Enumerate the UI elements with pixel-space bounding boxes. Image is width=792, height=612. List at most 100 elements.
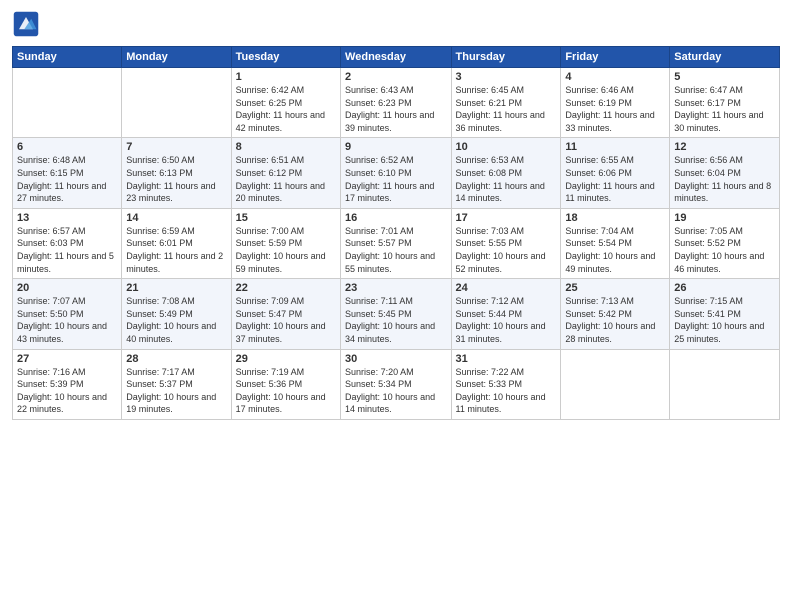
weekday-header: Wednesday: [341, 47, 451, 68]
day-number: 27: [17, 353, 117, 365]
calendar-cell: 21Sunrise: 7:08 AMSunset: 5:49 PMDayligh…: [122, 279, 231, 349]
day-info: Sunrise: 6:56 AMSunset: 6:04 PMDaylight:…: [674, 154, 775, 204]
day-info: Sunrise: 6:57 AMSunset: 6:03 PMDaylight:…: [17, 225, 117, 275]
day-info: Sunrise: 7:19 AMSunset: 5:36 PMDaylight:…: [236, 366, 336, 416]
weekday-header: Thursday: [451, 47, 561, 68]
calendar-cell: 3Sunrise: 6:45 AMSunset: 6:21 PMDaylight…: [451, 68, 561, 138]
day-number: 2: [345, 71, 446, 83]
day-info: Sunrise: 7:07 AMSunset: 5:50 PMDaylight:…: [17, 295, 117, 345]
calendar-cell: 18Sunrise: 7:04 AMSunset: 5:54 PMDayligh…: [561, 208, 670, 278]
day-info: Sunrise: 7:00 AMSunset: 5:59 PMDaylight:…: [236, 225, 336, 275]
calendar-cell: 8Sunrise: 6:51 AMSunset: 6:12 PMDaylight…: [231, 138, 340, 208]
day-number: 21: [126, 282, 226, 294]
calendar-cell: 28Sunrise: 7:17 AMSunset: 5:37 PMDayligh…: [122, 349, 231, 419]
page-header: [12, 10, 780, 38]
day-info: Sunrise: 7:01 AMSunset: 5:57 PMDaylight:…: [345, 225, 446, 275]
calendar-cell: [13, 68, 122, 138]
calendar-cell: 24Sunrise: 7:12 AMSunset: 5:44 PMDayligh…: [451, 279, 561, 349]
calendar-cell: 14Sunrise: 6:59 AMSunset: 6:01 PMDayligh…: [122, 208, 231, 278]
day-number: 26: [674, 282, 775, 294]
weekday-header: Friday: [561, 47, 670, 68]
day-info: Sunrise: 6:42 AMSunset: 6:25 PMDaylight:…: [236, 84, 336, 134]
logo-icon: [12, 10, 40, 38]
day-info: Sunrise: 7:12 AMSunset: 5:44 PMDaylight:…: [456, 295, 557, 345]
calendar-cell: 20Sunrise: 7:07 AMSunset: 5:50 PMDayligh…: [13, 279, 122, 349]
day-number: 11: [565, 141, 665, 153]
day-number: 1: [236, 71, 336, 83]
day-info: Sunrise: 7:11 AMSunset: 5:45 PMDaylight:…: [345, 295, 446, 345]
calendar-cell: 10Sunrise: 6:53 AMSunset: 6:08 PMDayligh…: [451, 138, 561, 208]
day-info: Sunrise: 6:51 AMSunset: 6:12 PMDaylight:…: [236, 154, 336, 204]
weekday-header: Monday: [122, 47, 231, 68]
calendar-cell: 2Sunrise: 6:43 AMSunset: 6:23 PMDaylight…: [341, 68, 451, 138]
calendar-cell: 22Sunrise: 7:09 AMSunset: 5:47 PMDayligh…: [231, 279, 340, 349]
day-number: 5: [674, 71, 775, 83]
day-info: Sunrise: 7:03 AMSunset: 5:55 PMDaylight:…: [456, 225, 557, 275]
calendar-cell: 13Sunrise: 6:57 AMSunset: 6:03 PMDayligh…: [13, 208, 122, 278]
day-number: 28: [126, 353, 226, 365]
day-info: Sunrise: 7:16 AMSunset: 5:39 PMDaylight:…: [17, 366, 117, 416]
day-number: 7: [126, 141, 226, 153]
calendar-week-row: 27Sunrise: 7:16 AMSunset: 5:39 PMDayligh…: [13, 349, 780, 419]
day-info: Sunrise: 7:22 AMSunset: 5:33 PMDaylight:…: [456, 366, 557, 416]
day-info: Sunrise: 6:59 AMSunset: 6:01 PMDaylight:…: [126, 225, 226, 275]
calendar-cell: 29Sunrise: 7:19 AMSunset: 5:36 PMDayligh…: [231, 349, 340, 419]
day-number: 29: [236, 353, 336, 365]
day-number: 12: [674, 141, 775, 153]
day-info: Sunrise: 6:46 AMSunset: 6:19 PMDaylight:…: [565, 84, 665, 134]
calendar-week-row: 20Sunrise: 7:07 AMSunset: 5:50 PMDayligh…: [13, 279, 780, 349]
calendar-cell: 6Sunrise: 6:48 AMSunset: 6:15 PMDaylight…: [13, 138, 122, 208]
day-number: 22: [236, 282, 336, 294]
calendar-cell: 30Sunrise: 7:20 AMSunset: 5:34 PMDayligh…: [341, 349, 451, 419]
day-info: Sunrise: 6:48 AMSunset: 6:15 PMDaylight:…: [17, 154, 117, 204]
calendar-cell: 23Sunrise: 7:11 AMSunset: 5:45 PMDayligh…: [341, 279, 451, 349]
calendar-cell: 5Sunrise: 6:47 AMSunset: 6:17 PMDaylight…: [670, 68, 780, 138]
calendar-table: SundayMondayTuesdayWednesdayThursdayFrid…: [12, 46, 780, 420]
calendar-cell: 31Sunrise: 7:22 AMSunset: 5:33 PMDayligh…: [451, 349, 561, 419]
day-info: Sunrise: 7:13 AMSunset: 5:42 PMDaylight:…: [565, 295, 665, 345]
weekday-header: Saturday: [670, 47, 780, 68]
day-info: Sunrise: 7:15 AMSunset: 5:41 PMDaylight:…: [674, 295, 775, 345]
day-info: Sunrise: 7:09 AMSunset: 5:47 PMDaylight:…: [236, 295, 336, 345]
calendar-week-row: 1Sunrise: 6:42 AMSunset: 6:25 PMDaylight…: [13, 68, 780, 138]
day-info: Sunrise: 7:04 AMSunset: 5:54 PMDaylight:…: [565, 225, 665, 275]
calendar-week-row: 6Sunrise: 6:48 AMSunset: 6:15 PMDaylight…: [13, 138, 780, 208]
calendar-cell: 15Sunrise: 7:00 AMSunset: 5:59 PMDayligh…: [231, 208, 340, 278]
day-number: 30: [345, 353, 446, 365]
day-number: 15: [236, 212, 336, 224]
logo: [12, 10, 44, 38]
day-info: Sunrise: 6:52 AMSunset: 6:10 PMDaylight:…: [345, 154, 446, 204]
day-info: Sunrise: 6:45 AMSunset: 6:21 PMDaylight:…: [456, 84, 557, 134]
day-number: 6: [17, 141, 117, 153]
calendar-header-row: SundayMondayTuesdayWednesdayThursdayFrid…: [13, 47, 780, 68]
day-number: 17: [456, 212, 557, 224]
calendar-cell: 11Sunrise: 6:55 AMSunset: 6:06 PMDayligh…: [561, 138, 670, 208]
day-number: 31: [456, 353, 557, 365]
calendar-cell: 4Sunrise: 6:46 AMSunset: 6:19 PMDaylight…: [561, 68, 670, 138]
calendar-cell: 25Sunrise: 7:13 AMSunset: 5:42 PMDayligh…: [561, 279, 670, 349]
day-number: 4: [565, 71, 665, 83]
day-number: 14: [126, 212, 226, 224]
day-number: 18: [565, 212, 665, 224]
calendar-cell: 19Sunrise: 7:05 AMSunset: 5:52 PMDayligh…: [670, 208, 780, 278]
calendar-cell: 9Sunrise: 6:52 AMSunset: 6:10 PMDaylight…: [341, 138, 451, 208]
day-number: 9: [345, 141, 446, 153]
day-number: 10: [456, 141, 557, 153]
weekday-header: Tuesday: [231, 47, 340, 68]
day-info: Sunrise: 6:53 AMSunset: 6:08 PMDaylight:…: [456, 154, 557, 204]
day-number: 13: [17, 212, 117, 224]
day-info: Sunrise: 7:08 AMSunset: 5:49 PMDaylight:…: [126, 295, 226, 345]
day-number: 23: [345, 282, 446, 294]
calendar-cell: [561, 349, 670, 419]
day-number: 20: [17, 282, 117, 294]
day-info: Sunrise: 7:05 AMSunset: 5:52 PMDaylight:…: [674, 225, 775, 275]
calendar-week-row: 13Sunrise: 6:57 AMSunset: 6:03 PMDayligh…: [13, 208, 780, 278]
calendar-cell: 7Sunrise: 6:50 AMSunset: 6:13 PMDaylight…: [122, 138, 231, 208]
day-number: 3: [456, 71, 557, 83]
calendar-cell: 1Sunrise: 6:42 AMSunset: 6:25 PMDaylight…: [231, 68, 340, 138]
day-info: Sunrise: 7:17 AMSunset: 5:37 PMDaylight:…: [126, 366, 226, 416]
weekday-header: Sunday: [13, 47, 122, 68]
calendar-cell: [122, 68, 231, 138]
day-info: Sunrise: 6:43 AMSunset: 6:23 PMDaylight:…: [345, 84, 446, 134]
day-info: Sunrise: 6:50 AMSunset: 6:13 PMDaylight:…: [126, 154, 226, 204]
